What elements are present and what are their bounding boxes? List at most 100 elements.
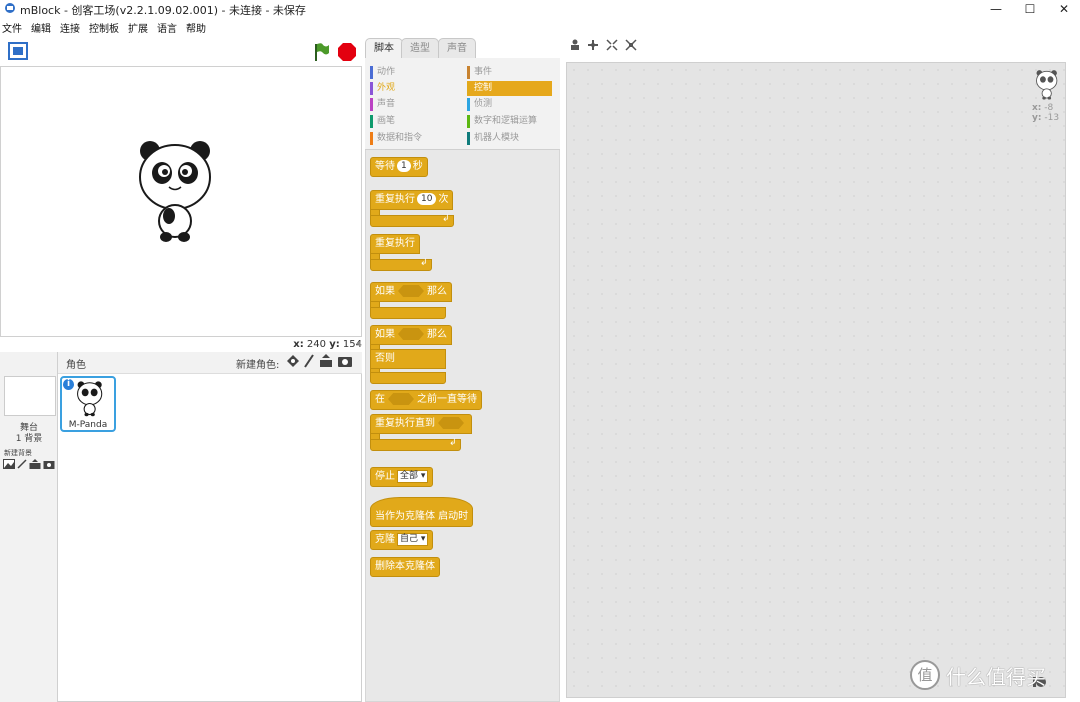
stage-thumbnail-column: 舞台 1 背景 新建背景: [0, 352, 58, 702]
condition-slot[interactable]: [398, 285, 424, 297]
menu-bar: 文件 编辑 连接 控制板 扩展 语言 帮助: [0, 18, 1080, 36]
category-operators[interactable]: 数字和逻辑运算: [467, 114, 552, 129]
info-icon[interactable]: i: [63, 379, 74, 390]
current-sprite-thumbnail: [1036, 70, 1058, 100]
block-when-clone-starts[interactable]: 当作为克隆体 启动时: [370, 497, 474, 527]
collapse-arrow-icon[interactable]: ◂: [356, 339, 361, 349]
menu-extensions[interactable]: 扩展: [128, 20, 148, 35]
block-clone[interactable]: 克隆 自己 ▾: [370, 530, 434, 550]
block-delete-clone[interactable]: 删除本克隆体: [370, 557, 440, 577]
x-label: x:: [293, 339, 304, 350]
duplicate-icon[interactable]: [569, 39, 581, 51]
close-button[interactable]: ✕: [1046, 0, 1080, 18]
loop-arrow-icon: ↲: [442, 214, 450, 224]
condition-slot[interactable]: [438, 417, 464, 429]
block-wait[interactable]: 等待 1 秒: [370, 157, 428, 177]
condition-slot[interactable]: [388, 393, 414, 405]
stage[interactable]: [0, 67, 362, 337]
block-forever-label: 重复执行: [375, 238, 415, 249]
category-data[interactable]: 数据和指令: [370, 131, 460, 146]
minimize-button[interactable]: —: [978, 0, 1014, 18]
block-repeat-label: 重复执行: [375, 194, 415, 205]
menu-connect[interactable]: 连接: [60, 20, 80, 35]
block-delete-clone-label: 删除本克隆体: [375, 561, 435, 572]
block-ifelse-foot: [370, 372, 446, 384]
shrink-icon[interactable]: [625, 39, 637, 51]
block-stop[interactable]: 停止 全部 ▾: [370, 467, 434, 487]
sprite-name: M-Panda: [68, 420, 108, 430]
new-backdrop-label: 新建背景: [4, 449, 32, 457]
sprite-y-value: -13: [1044, 113, 1060, 123]
block-wait-input[interactable]: 1: [397, 160, 411, 172]
block-wait-label: 等待: [375, 161, 395, 172]
fullscreen-icon[interactable]: [8, 42, 28, 60]
stop-icon[interactable]: [338, 43, 356, 61]
window-title: mBlock - 创客工场(v2.2.1.09.02.001) - 未连接 - …: [20, 4, 306, 17]
block-wait-until[interactable]: 在 之前一直等待: [370, 390, 482, 410]
mblock-app-icon: [5, 3, 15, 13]
tab-scripts[interactable]: 脚本: [365, 38, 403, 59]
sprite-header-label: 角色: [66, 360, 86, 371]
block-wait-unit: 秒: [412, 161, 423, 172]
stage-toolbar: [0, 37, 362, 67]
sprite-tile-m-panda[interactable]: i M-Panda: [60, 376, 116, 432]
sprite-x-label: x:: [1032, 103, 1042, 113]
menu-file[interactable]: 文件: [2, 20, 22, 35]
menu-language[interactable]: 语言: [157, 20, 177, 35]
menu-board[interactable]: 控制板: [89, 20, 119, 35]
block-categories: 动作 事件 外观 控制 声音 侦测 画笔 数字和逻辑运算 数据和指令 机器人模块: [365, 58, 560, 150]
category-looks[interactable]: 外观: [370, 81, 460, 96]
menu-edit[interactable]: 编辑: [31, 20, 51, 35]
sprite-thumbnail: [77, 381, 103, 417]
x-value: 240: [306, 339, 326, 350]
backdrop-library-icon[interactable]: [3, 459, 15, 469]
panda-sprite[interactable]: [136, 137, 216, 247]
block-wait-until-suffix: 之前一直等待: [417, 394, 477, 405]
block-ifelse-label: 如果: [375, 329, 395, 340]
block-wait-until-label: 在: [375, 394, 385, 405]
clone-target-dropdown[interactable]: 自己 ▾: [397, 532, 429, 546]
backdrop-count: 1 背景: [15, 434, 43, 444]
palette-tabs: 脚本 造型 声音: [365, 38, 565, 59]
paint-sprite-icon[interactable]: [303, 354, 315, 368]
category-sound[interactable]: 声音: [370, 97, 460, 112]
camera-backdrop-icon[interactable]: [43, 459, 55, 469]
script-area[interactable]: [566, 62, 1066, 698]
block-if-label: 如果: [375, 286, 395, 297]
watermark: 值 什么值得买: [910, 660, 1046, 690]
tab-sounds[interactable]: 声音: [438, 38, 476, 59]
sprite-y-label: y:: [1032, 113, 1042, 123]
title-bar: mBlock - 创客工场(v2.2.1.09.02.001) - 未连接 - …: [0, 0, 1080, 18]
green-flag-icon[interactable]: [314, 43, 330, 61]
block-repeat-input[interactable]: 10: [417, 193, 437, 205]
new-sprite-label: 新建角色:: [236, 360, 280, 371]
loop-arrow-icon: ↲: [449, 438, 457, 448]
delete-icon[interactable]: [587, 39, 599, 51]
category-control[interactable]: 控制: [467, 81, 552, 96]
camera-sprite-icon[interactable]: [338, 355, 352, 367]
stop-option-dropdown[interactable]: 全部 ▾: [397, 469, 429, 483]
block-ifelse-header: 如果 那么: [370, 325, 452, 345]
upload-sprite-icon[interactable]: [319, 354, 333, 368]
tab-costumes[interactable]: 造型: [401, 38, 439, 59]
paint-backdrop-icon[interactable]: [17, 459, 27, 469]
condition-slot[interactable]: [398, 328, 424, 340]
category-robots[interactable]: 机器人模块: [467, 131, 552, 146]
category-motion[interactable]: 动作: [370, 65, 460, 80]
category-sensing[interactable]: 侦测: [467, 97, 552, 112]
block-repeat-until-label: 重复执行直到: [375, 418, 435, 429]
menu-help[interactable]: 帮助: [186, 20, 206, 35]
upload-backdrop-icon[interactable]: [29, 459, 41, 469]
block-if-then-label: 那么: [427, 286, 447, 297]
category-events[interactable]: 事件: [467, 65, 552, 80]
maximize-button[interactable]: ☐: [1012, 0, 1048, 18]
block-repeat-until-foot: [370, 439, 461, 451]
block-clone-label: 克隆: [375, 534, 395, 545]
grow-icon[interactable]: [606, 39, 618, 51]
block-clone-start-label: 当作为克隆体 启动时: [375, 511, 469, 522]
sprite-library-icon[interactable]: [286, 354, 300, 368]
block-if-header: 如果 那么: [370, 282, 452, 302]
stage-thumbnail[interactable]: [4, 376, 56, 416]
block-repeat-header: 重复执行 10 次: [370, 190, 454, 210]
category-pen[interactable]: 画笔: [370, 114, 460, 129]
